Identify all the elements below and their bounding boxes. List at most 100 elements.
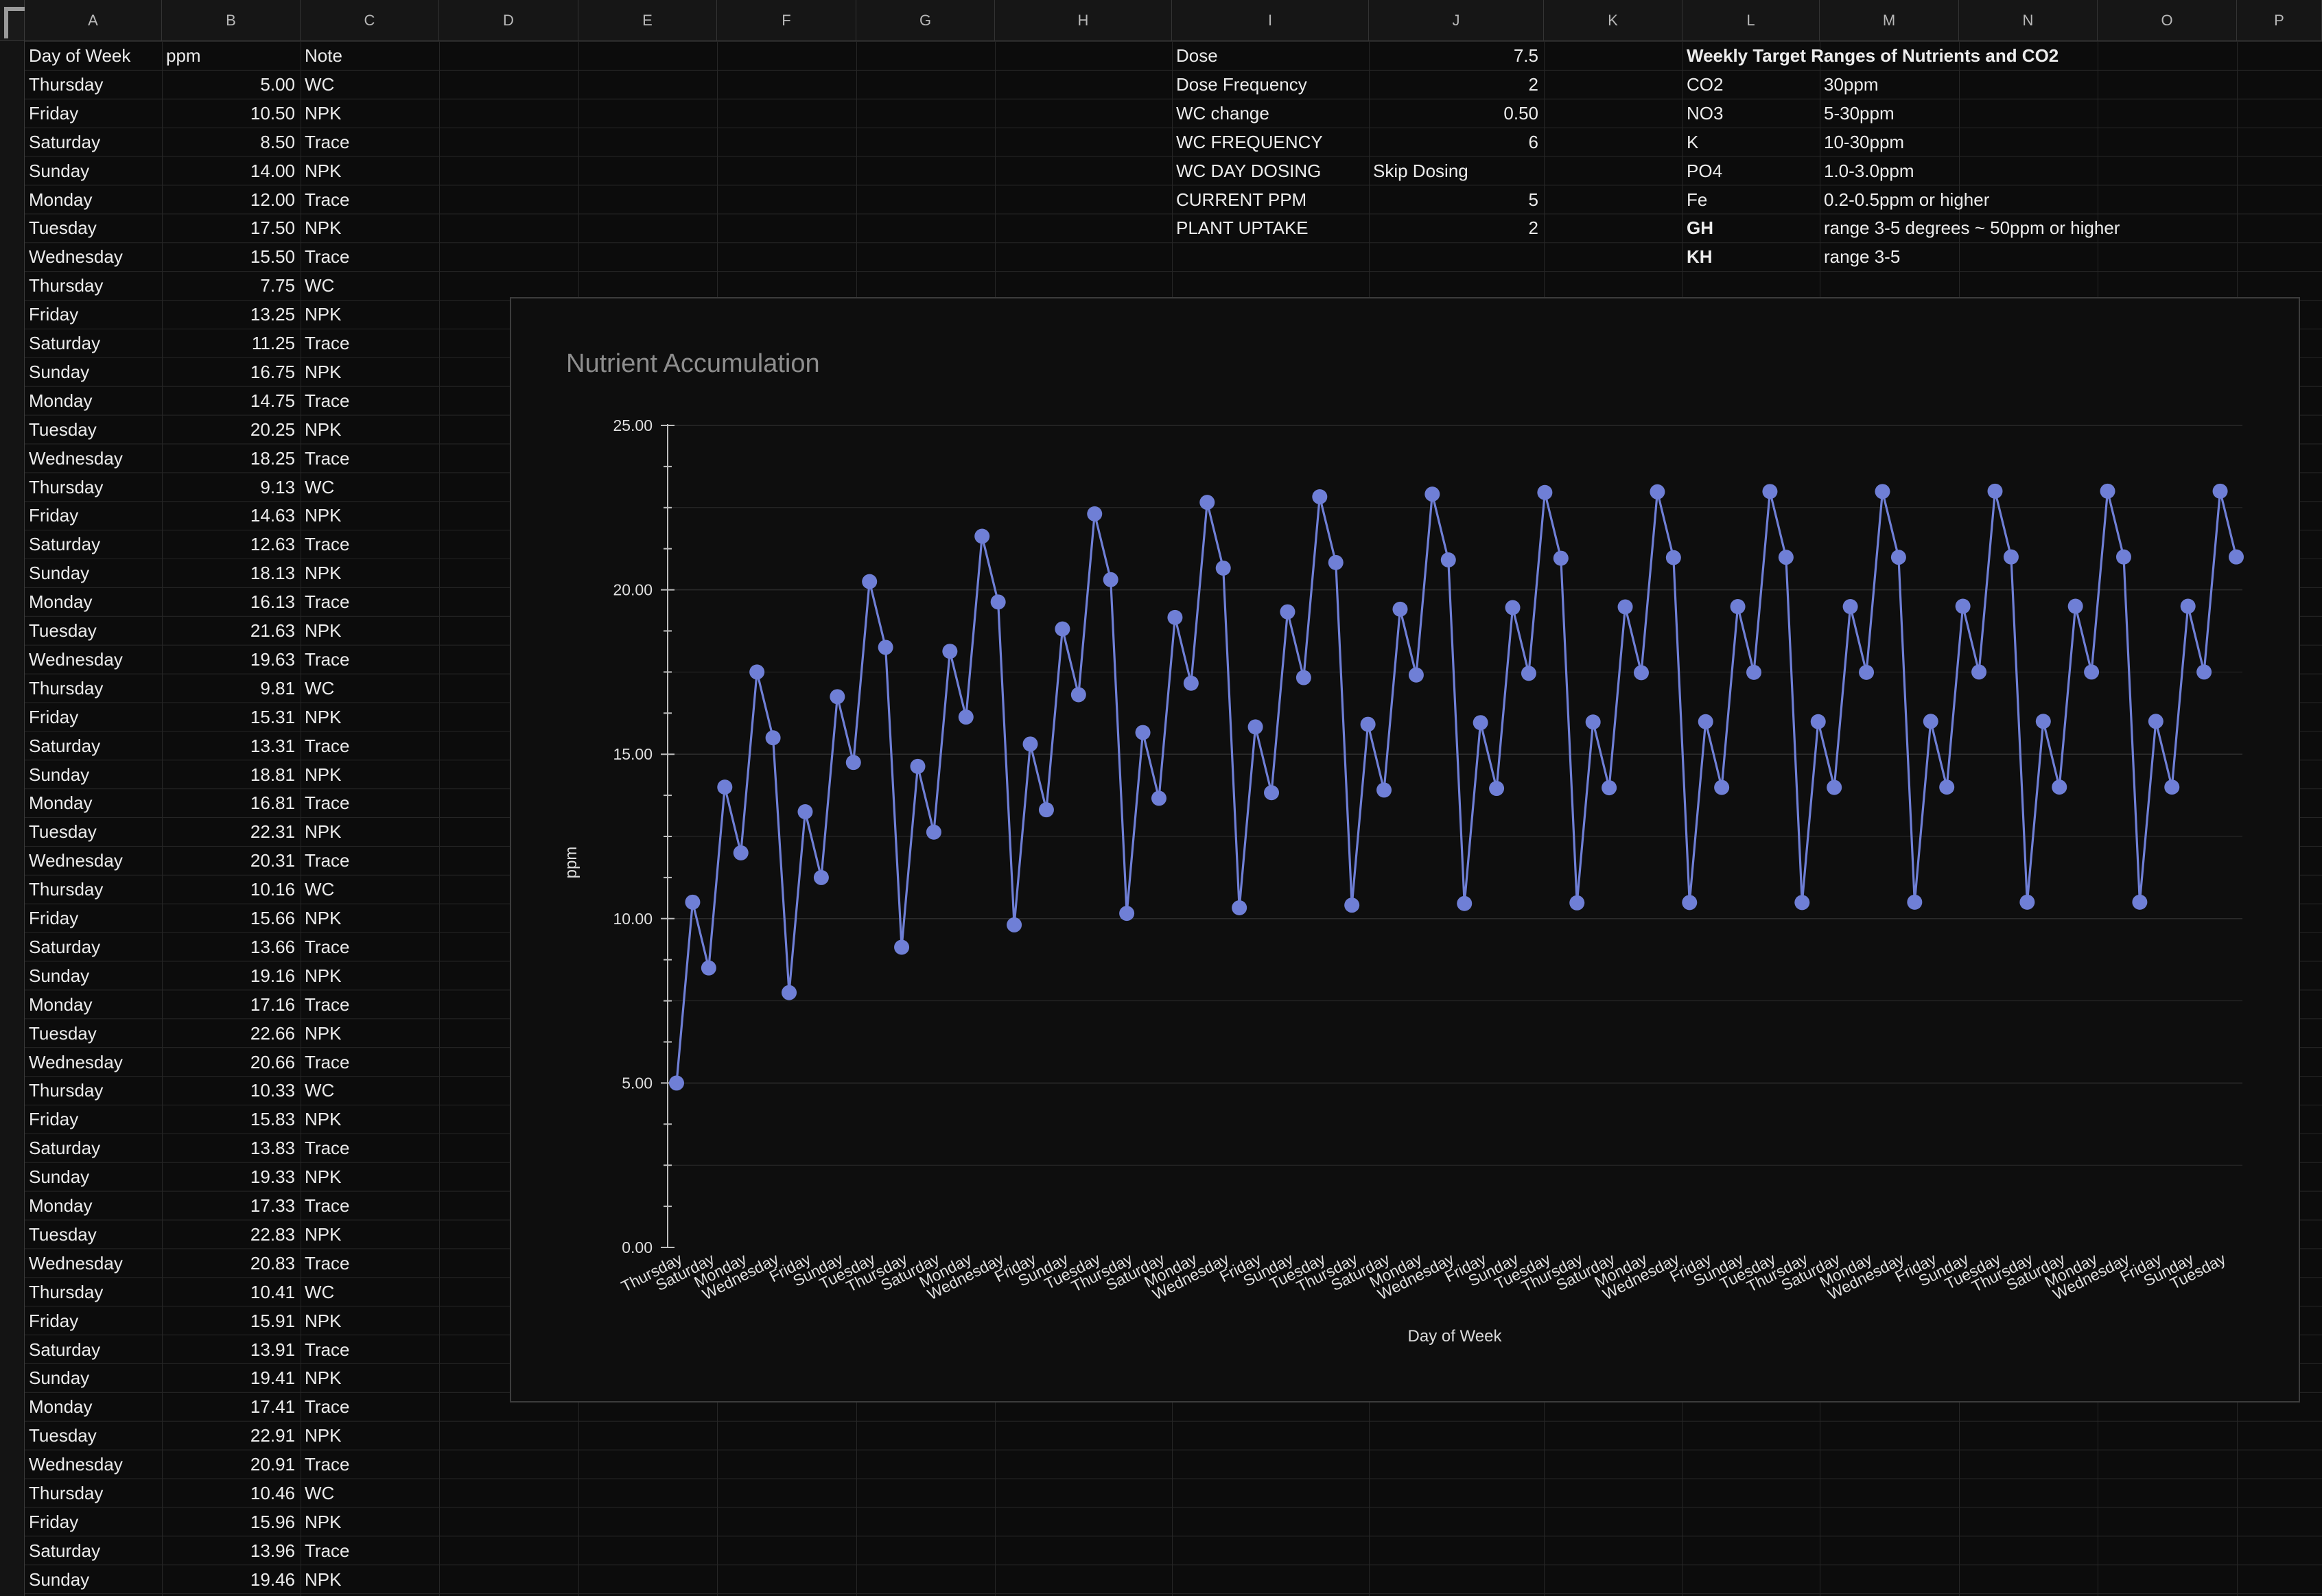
note-cell[interactable]: Trace: [301, 1450, 439, 1479]
note-cell[interactable]: NPK: [301, 1105, 439, 1134]
ppm-cell[interactable]: 20.31: [162, 846, 301, 875]
note-cell[interactable]: Trace: [301, 444, 439, 473]
note-cell[interactable]: Trace: [301, 846, 439, 875]
ppm-cell[interactable]: 18.13: [162, 559, 301, 587]
day-cell[interactable]: Sunday: [25, 357, 162, 386]
ppm-cell[interactable]: 16.81: [162, 788, 301, 817]
note-cell[interactable]: NPK: [301, 1421, 439, 1450]
note-cell[interactable]: Trace: [301, 1249, 439, 1278]
param-value-cell[interactable]: 2: [1369, 70, 1544, 99]
day-cell[interactable]: Wednesday: [25, 242, 162, 271]
day-cell[interactable]: Sunday: [25, 961, 162, 990]
note-cell[interactable]: WC: [301, 70, 439, 99]
note-cell[interactable]: NPK: [301, 357, 439, 386]
note-cell[interactable]: NPK: [301, 1162, 439, 1191]
day-cell[interactable]: Monday: [25, 587, 162, 616]
ppm-cell[interactable]: 15.96: [162, 1507, 301, 1536]
ppm-cell[interactable]: 19.63: [162, 645, 301, 674]
note-cell[interactable]: Trace: [301, 386, 439, 415]
column-header[interactable]: M: [1820, 0, 1959, 41]
ppm-cell[interactable]: 17.41: [162, 1392, 301, 1421]
day-cell[interactable]: Monday: [25, 386, 162, 415]
param-text-cell[interactable]: Skip Dosing: [1369, 156, 1544, 185]
day-cell[interactable]: Sunday: [25, 760, 162, 789]
note-cell[interactable]: NPK: [301, 156, 439, 185]
day-cell[interactable]: Wednesday: [25, 1450, 162, 1479]
column-header[interactable]: K: [1544, 0, 1682, 41]
ppm-cell[interactable]: 19.33: [162, 1162, 301, 1191]
day-cell[interactable]: Friday: [25, 703, 162, 731]
ppm-cell[interactable]: 15.31: [162, 703, 301, 731]
day-cell[interactable]: Thursday: [25, 674, 162, 703]
note-cell[interactable]: NPK: [301, 760, 439, 789]
param-label-cell[interactable]: Dose: [1172, 41, 1369, 70]
ppm-cell[interactable]: 8.50: [162, 128, 301, 156]
select-all-corner[interactable]: [0, 0, 25, 41]
ppm-cell[interactable]: 14.63: [162, 501, 301, 530]
note-cell[interactable]: Trace: [301, 242, 439, 271]
ppm-cell[interactable]: 20.66: [162, 1048, 301, 1077]
note-cell[interactable]: NPK: [301, 703, 439, 731]
target-name-cell[interactable]: Fe: [1682, 185, 1820, 214]
day-cell[interactable]: Monday: [25, 788, 162, 817]
day-cell[interactable]: Saturday: [25, 1134, 162, 1162]
day-cell[interactable]: Saturday: [25, 731, 162, 760]
ppm-cell[interactable]: 5.00: [162, 70, 301, 99]
ppm-cell[interactable]: 19.41: [162, 1363, 301, 1392]
day-cell[interactable]: Saturday: [25, 530, 162, 559]
note-cell[interactable]: NPK: [301, 1565, 439, 1594]
ppm-cell[interactable]: 16.75: [162, 357, 301, 386]
targets-title-cell[interactable]: Weekly Target Ranges of Nutrients and CO…: [1682, 41, 2237, 70]
day-cell[interactable]: Tuesday: [25, 1220, 162, 1249]
day-cell[interactable]: Thursday: [25, 70, 162, 99]
column-header[interactable]: F: [717, 0, 856, 41]
ppm-cell[interactable]: 20.91: [162, 1450, 301, 1479]
param-label-cell[interactable]: WC DAY DOSING: [1172, 156, 1369, 185]
day-cell[interactable]: Sunday: [25, 1162, 162, 1191]
target-name-cell[interactable]: KH: [1682, 242, 1820, 271]
note-cell[interactable]: NPK: [301, 501, 439, 530]
target-name-cell[interactable]: CO2: [1682, 70, 1820, 99]
ppm-cell[interactable]: 15.50: [162, 242, 301, 271]
note-cell[interactable]: Trace: [301, 645, 439, 674]
ppm-cell[interactable]: 17.16: [162, 990, 301, 1019]
day-cell[interactable]: Friday: [25, 1306, 162, 1335]
target-name-cell[interactable]: PO4: [1682, 156, 1820, 185]
day-cell[interactable]: Wednesday: [25, 444, 162, 473]
day-cell[interactable]: Thursday: [25, 1076, 162, 1105]
ppm-cell[interactable]: 10.16: [162, 875, 301, 904]
day-cell[interactable]: Thursday: [25, 271, 162, 300]
ppm-cell[interactable]: 9.81: [162, 674, 301, 703]
note-cell[interactable]: NPK: [301, 817, 439, 846]
day-cell[interactable]: Tuesday: [25, 213, 162, 242]
note-cell[interactable]: Trace: [301, 1536, 439, 1565]
column-header[interactable]: J: [1369, 0, 1544, 41]
note-cell[interactable]: Trace: [301, 990, 439, 1019]
note-cell[interactable]: NPK: [301, 213, 439, 242]
note-cell[interactable]: NPK: [301, 1019, 439, 1048]
param-label-cell[interactable]: Dose Frequency: [1172, 70, 1369, 99]
note-cell[interactable]: Trace: [301, 587, 439, 616]
ppm-cell[interactable]: 14.00: [162, 156, 301, 185]
column-header[interactable]: A: [25, 0, 162, 41]
ppm-cell[interactable]: 18.25: [162, 444, 301, 473]
column-header[interactable]: H: [995, 0, 1172, 41]
ppm-cell[interactable]: 13.96: [162, 1536, 301, 1565]
day-cell[interactable]: Sunday: [25, 1565, 162, 1594]
note-cell[interactable]: Trace: [301, 1335, 439, 1364]
note-cell[interactable]: NPK: [301, 1306, 439, 1335]
day-cell[interactable]: Monday: [25, 1191, 162, 1220]
ppm-cell[interactable]: 15.83: [162, 1105, 301, 1134]
note-cell[interactable]: NPK: [301, 99, 439, 128]
note-cell[interactable]: Trace: [301, 932, 439, 961]
note-cell[interactable]: NPK: [301, 1363, 439, 1392]
day-cell[interactable]: Wednesday: [25, 1249, 162, 1278]
column-header[interactable]: N: [1959, 0, 2098, 41]
day-cell[interactable]: Saturday: [25, 1536, 162, 1565]
day-cell[interactable]: Friday: [25, 99, 162, 128]
column-header[interactable]: C: [301, 0, 439, 41]
ppm-cell[interactable]: 17.33: [162, 1191, 301, 1220]
column-header[interactable]: G: [856, 0, 995, 41]
day-cell[interactable]: Monday: [25, 185, 162, 214]
param-value-cell[interactable]: 7.5: [1369, 41, 1544, 70]
